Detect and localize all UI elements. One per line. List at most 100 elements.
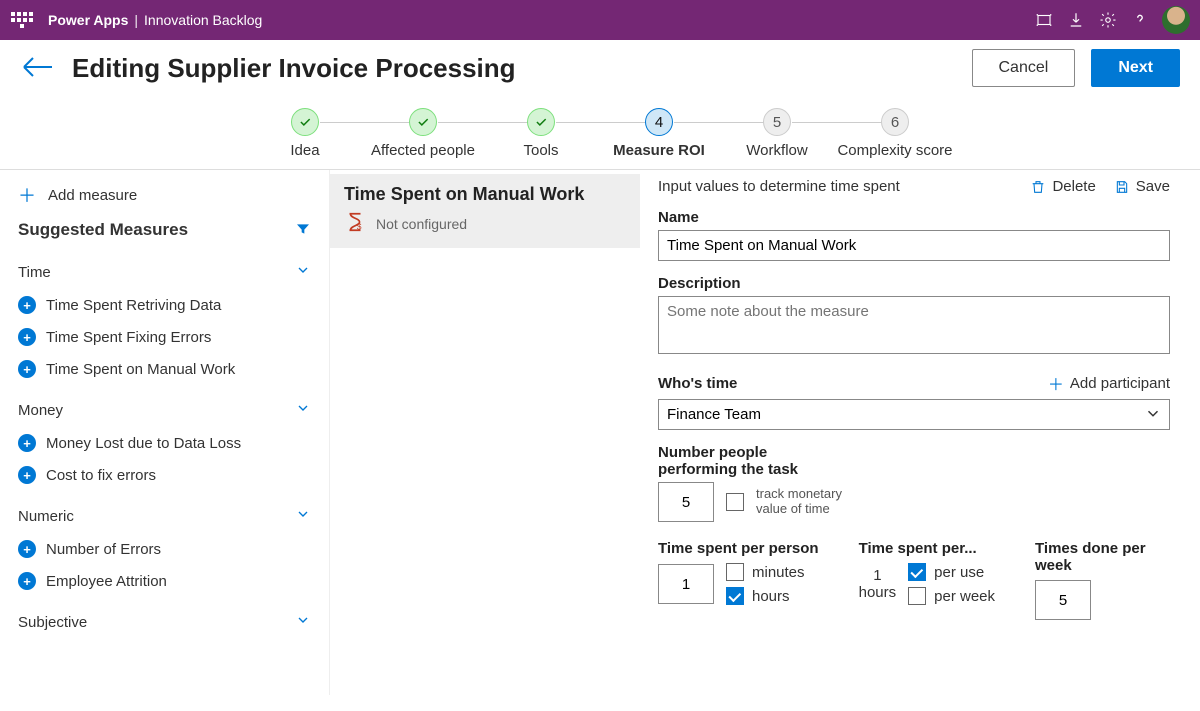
whos-time-label: Who's time [658,375,737,392]
step-label: Affected people [371,142,475,159]
num-people-label: Number people performing the task [658,444,838,478]
category-time: Time +Time Spent Retriving Data +Time Sp… [18,262,311,378]
cancel-button[interactable]: Cancel [972,49,1076,87]
measure-item-label: Employee Attrition [46,573,167,590]
step-label: Tools [523,142,558,159]
category-money: Money + Money Lost due to Data Loss +Cost… [18,400,311,484]
times-done-input[interactable] [1035,580,1091,620]
unit-hours-label: hours [752,588,790,605]
category-label: Numeric [18,508,74,525]
unit-minutes-checkbox[interactable] [726,563,744,581]
step-number: 4 [645,108,673,136]
step-measure-roi[interactable]: 4 Measure ROI [600,108,718,159]
measure-card-status: Not configured [376,216,467,232]
measure-card[interactable]: Time Spent on Manual Work $ Not configur… [330,174,640,248]
measure-card-title: Time Spent on Manual Work [344,184,626,205]
chevron-down-icon [295,262,311,282]
back-arrow-icon[interactable] [20,55,54,82]
fit-icon[interactable] [1028,4,1060,36]
gear-icon[interactable] [1092,4,1124,36]
cancel-button-label: Cancel [999,59,1049,77]
chevron-down-icon [295,506,311,526]
measure-item[interactable]: +Time Spent Retriving Data [18,296,311,314]
time-spent-per-person-label: Time spent per person [658,540,819,557]
measures-sidebar: ＋ Add measure Suggested Measures Time +T… [0,170,330,695]
per-week-label: per week [934,588,995,605]
app-name: Power Apps [48,12,128,28]
per-use-checkbox[interactable] [908,563,926,581]
step-number: 5 [763,108,791,136]
measure-item[interactable]: +Time Spent Fixing Errors [18,328,311,346]
whos-time-select[interactable] [658,399,1170,430]
plus-circle-icon: + [18,540,36,558]
progress-stepper: Idea Affected people Tools 4 Measure ROI… [0,96,1200,170]
page-header: Editing Supplier Invoice Processing Canc… [0,40,1200,96]
category-numeric-header[interactable]: Numeric [18,506,311,526]
name-label: Name [658,209,1170,226]
measure-item-label: Cost to fix errors [46,467,156,484]
step-idea[interactable]: Idea [246,108,364,159]
category-numeric: Numeric +Number of Errors + Employee Attr… [18,506,311,590]
suggested-measures-heading: Suggested Measures [18,220,188,240]
category-label: Money [18,402,63,419]
per-use-label: per use [934,564,984,581]
plus-circle-icon: + [18,360,36,378]
measure-item[interactable]: + Employee Attrition [18,572,311,590]
step-label: Workflow [746,142,807,159]
next-button[interactable]: Next [1091,49,1180,87]
time-spent-per-label: Time spent per... [859,540,995,557]
step-label: Complexity score [837,142,952,159]
waffle-icon[interactable] [10,8,34,32]
category-time-header[interactable]: Time [18,262,311,282]
step-complexity-score[interactable]: 6 Complexity score [836,108,954,159]
category-money-header[interactable]: Money [18,400,311,420]
description-input[interactable] [658,296,1170,354]
breadcrumb-divider: | [134,12,138,28]
help-icon[interactable] [1124,4,1156,36]
step-label: Measure ROI [613,142,705,159]
chevron-down-icon [295,400,311,420]
delete-button[interactable]: Delete [1030,178,1095,195]
time-spent-per-person-input[interactable] [658,564,714,604]
per-week-checkbox[interactable] [908,587,926,605]
breadcrumb[interactable]: Innovation Backlog [144,12,262,28]
category-label: Subjective [18,614,87,631]
times-done-label: Times done per week [1035,540,1155,574]
selected-measure-column: Time Spent on Manual Work $ Not configur… [330,170,640,695]
measure-item-label: Money Lost due to Data Loss [46,435,241,452]
measure-item-label: Time Spent Retriving Data [46,297,221,314]
category-label: Time [18,264,51,281]
plus-icon: ＋ [1048,371,1064,395]
app-topbar: Power Apps | Innovation Backlog [0,0,1200,40]
download-icon[interactable] [1060,4,1092,36]
name-input[interactable] [658,230,1170,261]
step-label: Idea [290,142,319,159]
add-participant-button[interactable]: ＋ Add participant [1048,371,1170,395]
add-measure-button[interactable]: ＋ Add measure [18,178,311,212]
measure-form: Input values to determine time spent Del… [640,170,1200,695]
measure-item[interactable]: +Number of Errors [18,540,311,558]
measure-item[interactable]: +Cost to fix errors [18,466,311,484]
plus-circle-icon: + [18,434,36,452]
step-affected-people[interactable]: Affected people [364,108,482,159]
add-measure-label: Add measure [48,187,137,204]
measure-item-label: Time Spent on Manual Work [46,361,235,378]
category-subjective-header[interactable]: Subjective [18,612,311,632]
hourglass-alert-icon: $ [344,211,366,236]
measure-item[interactable]: + Money Lost due to Data Loss [18,434,311,452]
measure-item[interactable]: + Time Spent on Manual Work [18,360,311,378]
plus-circle-icon: + [18,572,36,590]
next-button-label: Next [1118,59,1153,77]
track-monetary-checkbox[interactable] [726,493,744,511]
avatar[interactable] [1162,6,1190,34]
filter-icon[interactable] [295,221,311,240]
num-people-input[interactable] [658,482,714,522]
time-spent-per-readout: 1 hours [859,567,897,602]
save-button[interactable]: Save [1114,178,1170,195]
page-title: Editing Supplier Invoice Processing [72,53,516,84]
step-workflow[interactable]: 5 Workflow [718,108,836,159]
step-tools[interactable]: Tools [482,108,600,159]
step-number: 6 [881,108,909,136]
unit-hours-checkbox[interactable] [726,587,744,605]
description-label: Description [658,275,1170,292]
